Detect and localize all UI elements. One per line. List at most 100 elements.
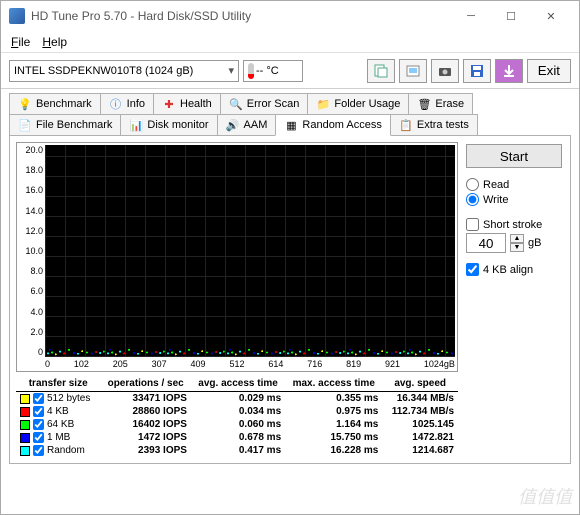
menu-help[interactable]: Help <box>36 33 73 51</box>
write-radio[interactable]: Write <box>466 193 562 206</box>
right-panel: Start Read Write Short stroke ▲ ▼ gB <box>464 142 564 457</box>
cell-avg: 0.029 ms <box>191 392 285 406</box>
tab-folder-usage[interactable]: 📁Folder Usage <box>307 93 409 114</box>
tabs-row-1: 💡Benchmark ⓘInfo ✚Health 🔍Error Scan 📁Fo… <box>9 93 571 114</box>
cell-max: 16.228 ms <box>285 444 382 457</box>
cell-ops: 28860 IOPS <box>100 405 191 418</box>
close-button[interactable]: ✕ <box>531 2 571 30</box>
download-button[interactable] <box>495 59 523 83</box>
menubar: File Help <box>1 31 579 53</box>
cell-avg: 0.060 ms <box>191 418 285 431</box>
series-checkbox[interactable] <box>33 406 44 417</box>
speaker-icon: 🔊 <box>226 118 240 132</box>
short-stroke-unit: gB <box>528 237 541 249</box>
mode-radio-group: Read Write <box>466 176 562 208</box>
monitor-icon: 📊 <box>129 118 143 132</box>
watermark: 值值值 <box>518 483 572 509</box>
cell-avg: 0.678 ms <box>191 431 285 444</box>
trash-icon: 🗑 <box>417 97 431 111</box>
cell-avg: 0.417 ms <box>191 444 285 457</box>
col-max-access: max. access time <box>285 376 382 392</box>
cell-speed: 1214.687 <box>382 444 458 457</box>
info-icon: ⓘ <box>109 97 123 111</box>
short-stroke-checkbox[interactable]: Short stroke <box>466 218 562 231</box>
file-bench-icon: 📄 <box>18 118 32 132</box>
folder-icon: 📁 <box>316 97 330 111</box>
tab-info[interactable]: ⓘInfo <box>100 93 154 114</box>
cell-speed: 112.734 MB/s <box>382 405 458 418</box>
series-label: Random <box>47 445 85 456</box>
tab-health[interactable]: ✚Health <box>153 93 221 114</box>
tab-erase[interactable]: 🗑Erase <box>408 93 473 114</box>
series-checkbox[interactable] <box>33 445 44 456</box>
short-stroke-input[interactable] <box>466 233 506 253</box>
chart-plot-area <box>45 145 455 357</box>
series-label: 512 bytes <box>47 393 90 404</box>
short-stroke-spinner: ▲ ▼ gB <box>466 233 562 253</box>
health-icon: ✚ <box>162 97 176 111</box>
tab-disk-monitor[interactable]: 📊Disk monitor <box>120 114 217 135</box>
cell-speed: 16.344 MB/s <box>382 392 458 406</box>
series-checkbox[interactable] <box>33 432 44 443</box>
table-row: Random 2393 IOPS0.417 ms16.228 ms1214.687 <box>16 444 458 457</box>
save-button[interactable] <box>463 59 491 83</box>
copy-screenshot-button[interactable] <box>399 59 427 83</box>
minimize-button[interactable]: ─ <box>451 2 491 30</box>
spinner-buttons: ▲ ▼ <box>510 234 524 252</box>
toolbar: INTEL SSDPEKNW010T8 (1024 gB) -- °C Exit <box>1 53 579 89</box>
tab-file-benchmark[interactable]: 📄File Benchmark <box>9 114 121 135</box>
align-checkbox[interactable]: 4 KB align <box>466 263 562 276</box>
drive-select-value: INTEL SSDPEKNW010T8 (1024 gB) <box>14 65 193 77</box>
tabs-row-2: 📄File Benchmark 📊Disk monitor 🔊AAM ▦Rand… <box>9 114 571 135</box>
drive-select[interactable]: INTEL SSDPEKNW010T8 (1024 gB) <box>9 60 239 82</box>
cell-ops: 33471 IOPS <box>100 392 191 406</box>
window-title: HD Tune Pro 5.70 - Hard Disk/SSD Utility <box>31 9 451 23</box>
chart-y-axis: 20.0 18.0 16.0 14.0 12.0 10.0 8.0 6.0 4.… <box>17 143 45 371</box>
cell-max: 15.750 ms <box>285 431 382 444</box>
tab-random-access[interactable]: ▦Random Access <box>275 114 390 136</box>
screenshot-button[interactable] <box>431 59 459 83</box>
temperature-value: -- °C <box>256 65 279 77</box>
titlebar: HD Tune Pro 5.70 - Hard Disk/SSD Utility… <box>1 1 579 31</box>
cell-speed: 1025.145 <box>382 418 458 431</box>
tab-aam[interactable]: 🔊AAM <box>217 114 277 135</box>
series-color-icon <box>20 420 30 430</box>
series-color-icon <box>20 394 30 404</box>
copy-info-button[interactable] <box>367 59 395 83</box>
chart-scatter-points <box>45 339 455 357</box>
series-label: 64 KB <box>47 419 74 430</box>
cell-speed: 1472.821 <box>382 431 458 444</box>
thermometer-icon <box>248 63 254 79</box>
random-access-icon: ▦ <box>284 118 298 132</box>
cell-ops: 16402 IOPS <box>100 418 191 431</box>
left-panel: ms 20.0 18.0 16.0 14.0 12.0 10.0 8.0 6.0… <box>16 142 458 457</box>
col-transfer-size: transfer size <box>16 376 100 392</box>
table-row: 4 KB28860 IOPS0.034 ms0.975 ms112.734 MB… <box>16 405 458 418</box>
tab-benchmark[interactable]: 💡Benchmark <box>9 93 101 114</box>
menu-file[interactable]: File <box>5 33 36 51</box>
table-row: 512 bytes 33471 IOPS0.029 ms0.355 ms16.34… <box>16 392 458 406</box>
series-checkbox[interactable] <box>33 393 44 404</box>
maximize-button[interactable]: ☐ <box>491 2 531 30</box>
cell-max: 0.355 ms <box>285 392 382 406</box>
series-checkbox[interactable] <box>33 419 44 430</box>
series-color-icon <box>20 446 30 456</box>
cell-ops: 2393 IOPS <box>100 444 191 457</box>
tab-error-scan[interactable]: 🔍Error Scan <box>220 93 309 114</box>
start-button[interactable]: Start <box>466 144 562 168</box>
series-color-icon <box>20 407 30 417</box>
tab-extra-tests[interactable]: 📋Extra tests <box>390 114 478 135</box>
col-ops: operations / sec <box>100 376 191 392</box>
short-stroke-group: Short stroke ▲ ▼ gB <box>466 216 562 253</box>
col-avg-speed: avg. speed <box>382 376 458 392</box>
read-radio[interactable]: Read <box>466 178 562 191</box>
tab-content: ms 20.0 18.0 16.0 14.0 12.0 10.0 8.0 6.0… <box>9 135 571 464</box>
cell-max: 1.164 ms <box>285 418 382 431</box>
spin-down[interactable]: ▼ <box>510 243 524 252</box>
exit-button[interactable]: Exit <box>527 59 571 83</box>
spin-up[interactable]: ▲ <box>510 234 524 243</box>
chart-x-axis: 0 102 205 307 409 512 614 716 819 921 10… <box>45 359 455 371</box>
results-table: transfer size operations / sec avg. acce… <box>16 376 458 457</box>
lightbulb-icon: 💡 <box>18 97 32 111</box>
cell-max: 0.975 ms <box>285 405 382 418</box>
